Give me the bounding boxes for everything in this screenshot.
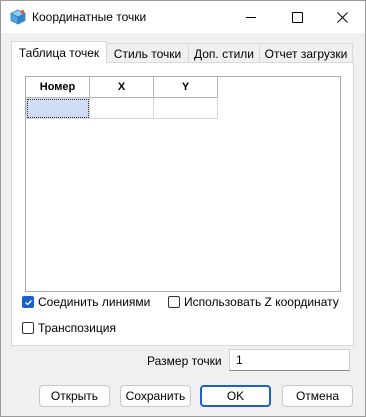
save-button[interactable]: Сохранить: [120, 385, 191, 407]
cancel-button[interactable]: Отмена: [282, 385, 353, 407]
close-button[interactable]: [319, 1, 365, 33]
column-header-number[interactable]: Номер: [26, 77, 90, 98]
transpose-checkbox[interactable]: Транспозиция: [22, 321, 116, 335]
maximize-button[interactable]: [274, 1, 320, 33]
connect-lines-checkbox[interactable]: Соединить линиями: [22, 295, 150, 309]
points-grid[interactable]: Номер X Y: [25, 76, 341, 292]
open-button[interactable]: Открыть: [39, 385, 110, 407]
app-cube-icon: [10, 9, 26, 25]
points-table: Номер X Y: [26, 77, 218, 119]
cell-y[interactable]: [153, 97, 218, 119]
tab-extra-styles[interactable]: Доп. стили: [188, 43, 260, 63]
tab-strip: Таблица точек Стиль точки Доп. стили Отч…: [11, 41, 353, 64]
tab-panel: Номер X Y Соединить линиями Использовать…: [11, 62, 354, 346]
close-icon: [336, 11, 348, 23]
dialog-window: Координатные точки Таблица точек Стиль т…: [0, 0, 366, 417]
maximize-icon: [291, 11, 303, 23]
table-header-row: Номер X Y: [26, 77, 218, 98]
transpose-label: Транспозиция: [38, 321, 116, 335]
connect-lines-checkbox-box[interactable]: [22, 296, 34, 308]
cell-x[interactable]: [89, 97, 154, 119]
use-z-checkbox[interactable]: Использовать Z координату: [168, 295, 339, 309]
transpose-checkbox-box[interactable]: [22, 322, 34, 334]
tab-load-report[interactable]: Отчет загрузки: [259, 43, 353, 63]
minimize-button[interactable]: [228, 1, 274, 33]
table-row: [26, 97, 218, 119]
window-title: Координатные точки: [32, 10, 147, 24]
title-bar[interactable]: Координатные точки: [1, 1, 365, 33]
ok-button[interactable]: OK: [200, 385, 271, 407]
cell-number[interactable]: [26, 97, 90, 119]
column-header-y[interactable]: Y: [153, 77, 218, 98]
point-size-label: Размер точки: [147, 354, 222, 368]
column-header-x[interactable]: X: [89, 77, 154, 98]
tab-point-style[interactable]: Стиль точки: [106, 43, 189, 63]
point-size-input[interactable]: 1: [229, 349, 350, 371]
connect-lines-label: Соединить линиями: [38, 295, 151, 309]
use-z-checkbox-box[interactable]: [168, 296, 180, 308]
use-z-label: Использовать Z координату: [184, 295, 339, 309]
minimize-icon: [246, 16, 256, 18]
checkmark-icon: [24, 299, 32, 305]
tab-points-table[interactable]: Таблица точек: [11, 41, 107, 64]
